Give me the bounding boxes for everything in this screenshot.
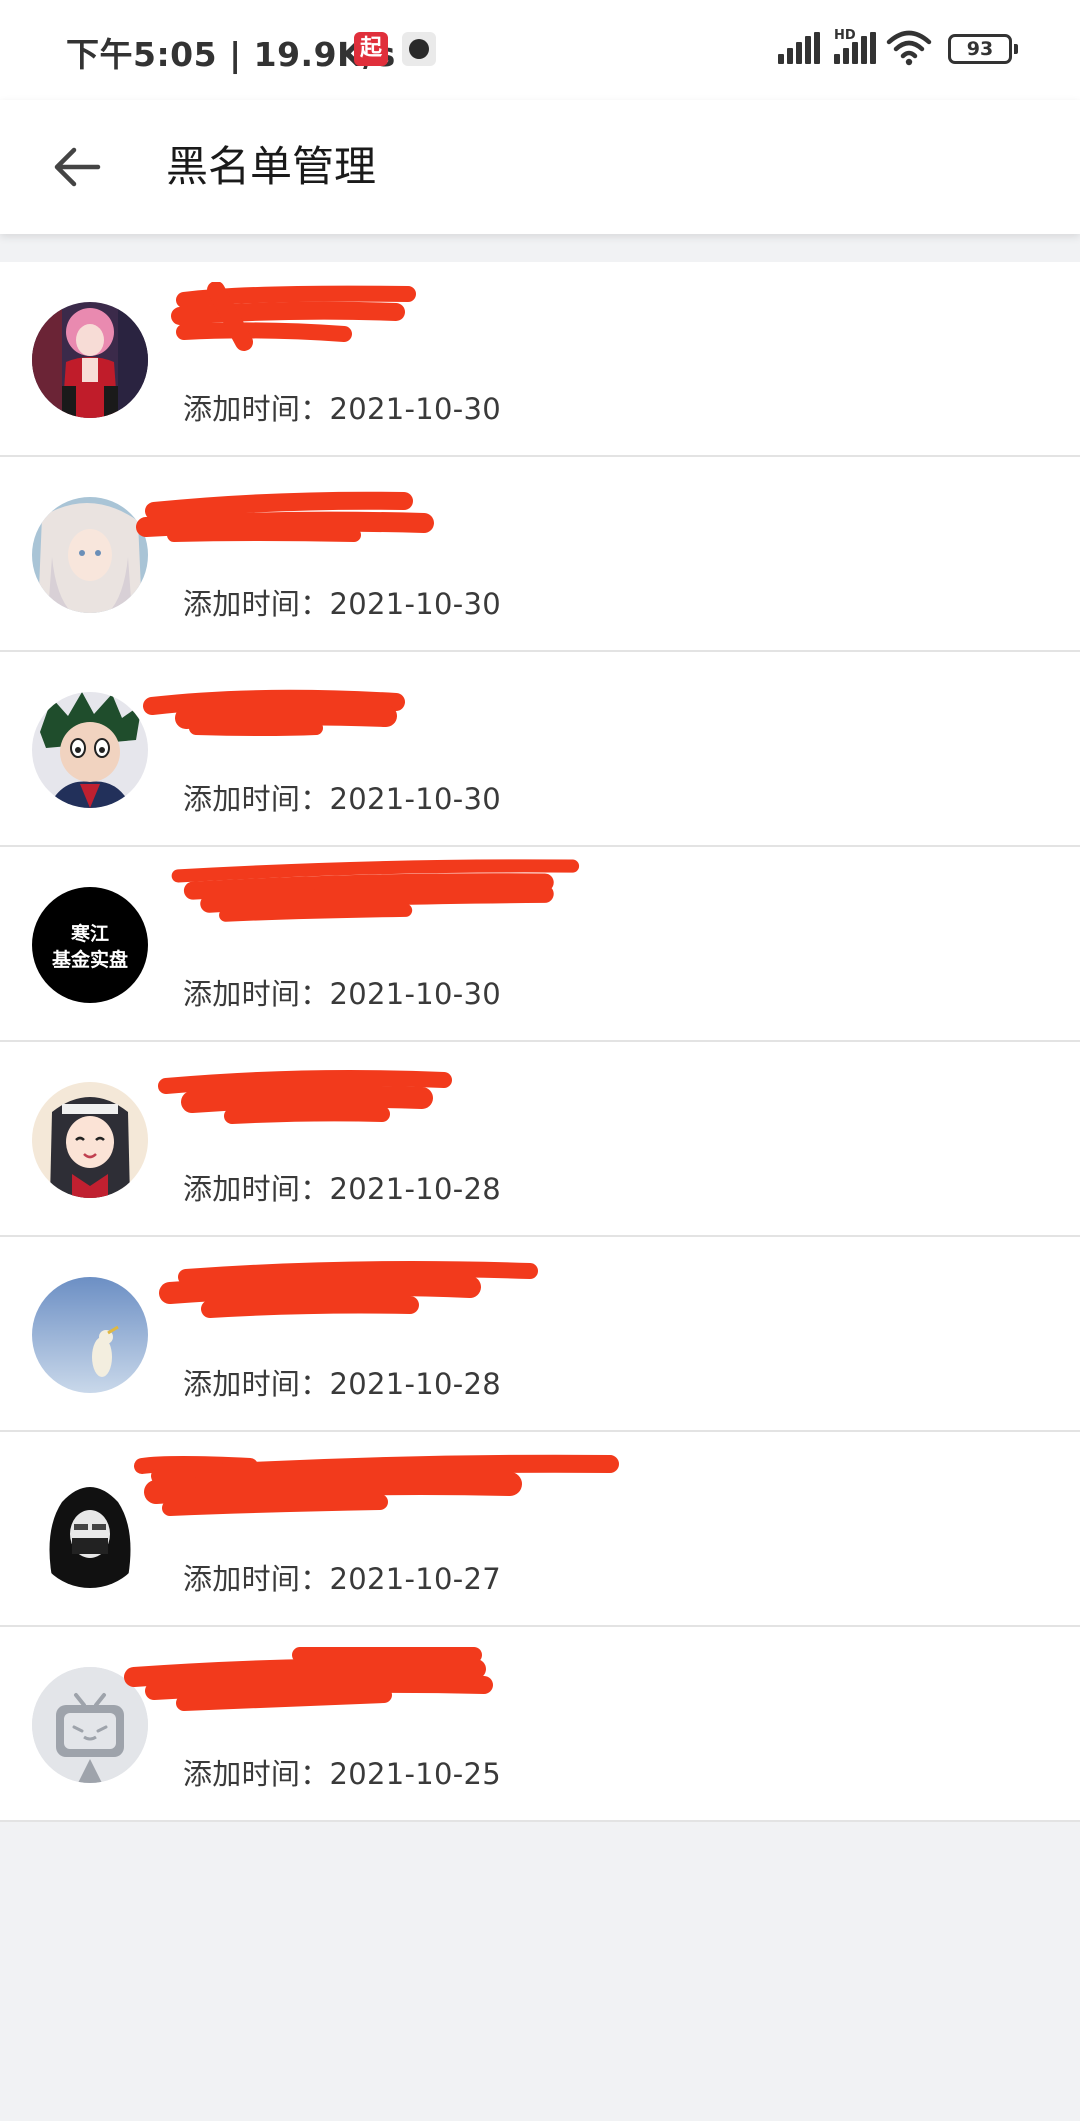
added-time-value: 2021-10-30 [329, 587, 502, 621]
blacklist-item[interactable]: 添加时间：2021-10-28 [0, 1042, 1080, 1237]
blacklist-item[interactable]: 添加时间：2021-10-28 [0, 1237, 1080, 1432]
clock-notification-icon [402, 32, 436, 66]
redacted-username [158, 1070, 452, 1124]
added-time-label: 添加时间： [183, 1367, 330, 1401]
status-bar: 下午5:05 | 19.9K/s 起 HD 93 [0, 0, 1080, 100]
added-time-value: 2021-10-30 [329, 977, 502, 1011]
added-time-label: 添加时间： [183, 977, 330, 1011]
redacted-username [171, 282, 416, 351]
battery-indicator: 93 [948, 34, 1018, 64]
blacklist-item[interactable]: 添加时间：2021-10-30 [0, 262, 1080, 457]
redacted-username [171, 859, 580, 922]
app-header: 黑名单管理 [0, 100, 1080, 234]
added-time: 添加时间：2021-10-28 [183, 1361, 501, 1403]
added-time: 添加时间：2021-10-30 [183, 581, 501, 623]
added-time-value: 2021-10-30 [329, 392, 502, 426]
wifi-icon [886, 30, 932, 66]
blacklist: 添加时间：2021-10-30 添加时间：2021-10-30 添加时间：202… [0, 262, 1080, 1822]
added-time-label: 添加时间： [183, 1562, 330, 1596]
added-time-value: 2021-10-30 [329, 782, 502, 816]
added-time-value: 2021-10-28 [329, 1367, 502, 1401]
added-time-label: 添加时间： [183, 392, 330, 426]
added-time: 添加时间：2021-10-30 [183, 776, 501, 818]
app-notification-icon: 起 [354, 32, 388, 66]
added-time-label: 添加时间： [183, 782, 330, 816]
cellular-signal-2-icon [834, 32, 876, 64]
user-avatar[interactable] [32, 302, 148, 418]
redacted-username [124, 1647, 493, 1711]
added-time: 添加时间：2021-10-27 [183, 1556, 501, 1598]
status-time-speed: 下午5:05 | 19.9K/s [66, 35, 396, 74]
user-avatar[interactable] [32, 1082, 148, 1198]
redacted-username [136, 491, 434, 542]
blacklist-item[interactable]: 添加时间：2021-10-30 [0, 457, 1080, 652]
user-avatar[interactable] [32, 1277, 148, 1393]
added-time-value: 2021-10-27 [329, 1562, 502, 1596]
added-time: 添加时间：2021-10-28 [183, 1166, 501, 1208]
added-time-value: 2021-10-25 [329, 1757, 502, 1791]
blacklist-item[interactable]: 添加时间：2021-10-27 [0, 1432, 1080, 1627]
added-time: 添加时间：2021-10-25 [183, 1751, 501, 1793]
cellular-signal-icon [778, 32, 820, 64]
added-time-value: 2021-10-28 [329, 1172, 502, 1206]
user-avatar[interactable] [32, 497, 148, 613]
redacted-username [143, 689, 405, 736]
blacklist-item[interactable]: 添加时间：2021-10-25 [0, 1627, 1080, 1822]
added-time: 添加时间：2021-10-30 [183, 386, 501, 428]
added-time-label: 添加时间： [183, 1172, 330, 1206]
arrow-left-icon [54, 147, 101, 187]
back-button[interactable] [40, 130, 114, 204]
page-title: 黑名单管理 [166, 142, 377, 191]
blacklist-item[interactable]: 寒江 基金实盘 添加时间：2021-10-30 [0, 847, 1080, 1042]
blacklist-item[interactable]: 添加时间：2021-10-30 [0, 652, 1080, 847]
redacted-username [134, 1454, 619, 1516]
user-avatar[interactable] [32, 692, 148, 808]
added-time-label: 添加时间： [183, 587, 330, 621]
redacted-username [159, 1261, 538, 1318]
added-time: 添加时间：2021-10-30 [183, 971, 501, 1013]
added-time-label: 添加时间： [183, 1757, 330, 1791]
